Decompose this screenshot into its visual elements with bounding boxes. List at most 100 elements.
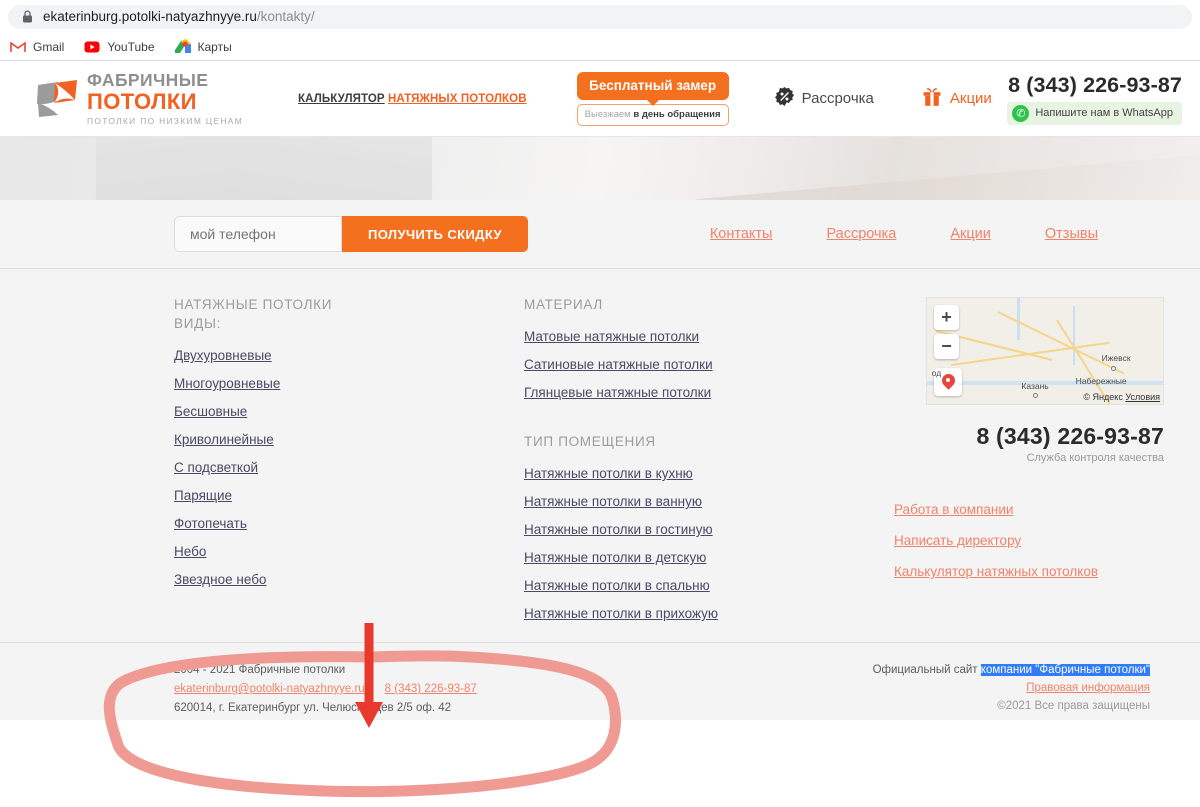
map-city-dot xyxy=(1033,393,1039,399)
column-heading-types: НАТЯЖНЫЕ ПОТОЛКИ ВИДЫ: xyxy=(174,295,524,333)
whatsapp-label: Напишите нам в WhatsApp xyxy=(1035,107,1173,119)
address-bar[interactable]: ekaterinburg.potolki-natyazhnyye.ru/kont… xyxy=(8,4,1192,29)
calculator-link-text: НАТЯЖНЫХ ПОТОЛКОВ xyxy=(387,92,527,105)
promo-link[interactable]: Акции xyxy=(922,87,992,111)
footer-phone[interactable]: 8 (343) 226-93-87 xyxy=(894,423,1164,450)
legal-info-link[interactable]: Правовая информация xyxy=(1026,682,1150,694)
bookmark-gmail[interactable]: Gmail xyxy=(10,39,64,55)
link-mnogourovnevye[interactable]: Многоуровневые xyxy=(174,376,280,391)
logo-line-2: ПОТОЛКИ xyxy=(87,88,197,114)
hero-banner-image xyxy=(0,137,1200,200)
link-spalnya[interactable]: Натяжные потолки в спальню xyxy=(524,578,710,593)
bookmark-label: Карты xyxy=(197,39,232,54)
map-attribution-text: © Яндекс xyxy=(1083,392,1123,402)
google-maps-icon xyxy=(174,39,191,55)
map-label-kazan: Казань xyxy=(1021,380,1049,391)
bookmark-maps[interactable]: Карты xyxy=(174,39,232,55)
free-measure-subtitle: Выезжаем в день обращения xyxy=(576,103,729,126)
bookmarks-bar: Gmail YouTube Карты xyxy=(0,33,1200,61)
free-measure-button[interactable]: Бесплатный замер xyxy=(576,71,729,106)
callout-tail xyxy=(645,98,660,106)
link-gostinaya[interactable]: Натяжные потолки в гостиную xyxy=(524,522,713,537)
whatsapp-badge[interactable]: ✆ Напишите нам в WhatsApp xyxy=(1007,101,1182,125)
link-vannaya[interactable]: Натяжные потолки в ванную xyxy=(524,494,702,509)
official-site-prefix: Официальный сайт xyxy=(872,664,981,676)
bookmark-label: Gmail xyxy=(33,39,65,54)
measure-sub-bold: в день обращения xyxy=(633,108,721,120)
free-measure-block: Бесплатный замер Выезжаем в день обращен… xyxy=(576,71,729,126)
link-kalkulyator[interactable]: Калькулятор натяжных потолков xyxy=(894,564,1098,579)
link-kuhnya[interactable]: Натяжные потолки в кухню xyxy=(524,466,693,481)
bottom-footer-right: Официальный сайт компании "Фабричные пот… xyxy=(873,661,1150,720)
link-besshovnye[interactable]: Бесшовные xyxy=(174,404,247,419)
link-rabota-v-kompanii[interactable]: Работа в компании xyxy=(894,502,1013,517)
percent-badge-icon xyxy=(774,87,794,110)
header-contact: 8 (343) 226-93-87 ✆ Напишите нам в Whats… xyxy=(1007,73,1182,125)
site-logo[interactable]: ФАБРИЧНЫЕ ПОТОЛКИ ПОТОЛКИ ПО НИЗКИМ ЦЕНА… xyxy=(34,72,243,125)
link-fotopechat[interactable]: Фотопечать xyxy=(174,516,247,531)
site-header: ФАБРИЧНЫЕ ПОТОЛКИ ПОТОЛКИ ПО НИЗКИМ ЦЕНА… xyxy=(0,61,1200,137)
heading-line-2: ВИДЫ: xyxy=(174,316,222,331)
link-krivolineynye[interactable]: Криволинейные xyxy=(174,432,274,447)
url-host: ekaterinburg.potolki-natyazhnyye.ru xyxy=(43,9,257,24)
official-site-line: Официальный сайт компании "Фабричные пот… xyxy=(873,661,1150,679)
legal-info-line: Правовая информация xyxy=(873,679,1150,697)
link-s-podsvetkoy[interactable]: С подсветкой xyxy=(174,460,258,475)
nav-item-rassrochka[interactable]: Рассрочка xyxy=(826,226,896,242)
whatsapp-icon: ✆ xyxy=(1012,104,1030,122)
link-prihozhaya[interactable]: Натяжные потолки в прихожую xyxy=(524,606,718,621)
secondary-nav: Контакты Рассрочка Акции Отзывы xyxy=(710,226,1150,242)
selected-text-highlight: компании "Фабричные потолки" xyxy=(980,664,1150,676)
lead-capture-bar: ПОЛУЧИТЬ СКИДКУ Контакты Рассрочка Акции… xyxy=(0,200,1200,269)
column-heading-material: МАТЕРИАЛ xyxy=(524,297,603,312)
bottom-footer: 2004 - 2021 Фабричные потолки ekaterinbu… xyxy=(0,642,1200,720)
copyright-notice: ©2021 Все права защищены xyxy=(997,700,1150,712)
youtube-icon xyxy=(84,39,100,55)
header-phone[interactable]: 8 (343) 226-93-87 xyxy=(1007,73,1182,98)
footer-column-contact: + − Ижевск Казань Набережные од © Яндекс… xyxy=(894,295,1164,642)
phone-input[interactable] xyxy=(174,216,342,252)
map-attribution[interactable]: © Яндекс Условия xyxy=(1083,392,1160,402)
link-matovye[interactable]: Матовые натяжные потолки xyxy=(524,329,699,344)
installment-link[interactable]: Рассрочка xyxy=(774,87,874,110)
map-zoom-in-button[interactable]: + xyxy=(934,305,959,330)
lock-icon xyxy=(22,10,33,23)
gmail-icon xyxy=(10,39,26,55)
footer-extra-links: Работа в компании Написать директору Кал… xyxy=(894,502,1164,579)
promo-label: Акции xyxy=(949,90,992,107)
browser-chrome: ekaterinburg.potolki-natyazhnyye.ru/kont… xyxy=(0,0,1200,61)
free-measure-label: Бесплатный замер xyxy=(589,77,717,93)
nav-item-otzyvy[interactable]: Отзывы xyxy=(1045,226,1098,242)
nav-item-akcii[interactable]: Акции xyxy=(950,226,991,242)
calculator-link[interactable]: КАЛЬКУЛЯТОР НАТЯЖНЫХ ПОТОЛКОВ xyxy=(298,93,527,105)
link-napisat-direktoru[interactable]: Написать директору xyxy=(894,533,1021,548)
calculator-prefix: КАЛЬКУЛЯТОР xyxy=(298,92,385,105)
contact-line: ekaterinburg@potolki-natyazhnyye.ru 8 (34… xyxy=(174,680,477,699)
map-label-od: од xyxy=(931,367,942,378)
map-attribution-link[interactable]: Условия xyxy=(1125,392,1160,402)
link-nebo[interactable]: Небо xyxy=(174,544,206,559)
bookmark-label: YouTube xyxy=(107,39,155,54)
logo-text: ФАБРИЧНЫЕ ПОТОЛКИ ПОТОЛКИ ПО НИЗКИМ ЦЕНА… xyxy=(87,72,243,125)
map-city-dot xyxy=(1111,365,1117,371)
gift-icon xyxy=(922,87,942,111)
map-widget[interactable]: + − Ижевск Казань Набережные од © Яндекс… xyxy=(926,297,1164,405)
link-zvezdnoe-nebo[interactable]: Звездное небо xyxy=(174,572,266,587)
heading-line-1: НАТЯЖНЫЕ ПОТОЛКИ xyxy=(174,297,333,312)
bookmark-youtube[interactable]: YouTube xyxy=(84,39,155,55)
footer-email-link[interactable]: ekaterinburg@potolki-natyazhnyye.ru xyxy=(174,683,365,695)
nav-item-kontakty[interactable]: Контакты xyxy=(710,226,773,242)
get-discount-button[interactable]: ПОЛУЧИТЬ СКИДКУ xyxy=(342,216,528,252)
link-paryashchie[interactable]: Парящие xyxy=(174,488,232,503)
map-zoom-out-button[interactable]: − xyxy=(934,334,959,359)
omnibox-row: ekaterinburg.potolki-natyazhnyye.ru/kont… xyxy=(0,0,1200,33)
logo-tagline: ПОТОЛКИ ПО НИЗКИМ ЦЕНАМ xyxy=(87,115,244,126)
link-glyancevye[interactable]: Глянцевые натяжные потолки xyxy=(524,385,711,400)
footer-phone-link[interactable]: 8 (343) 226-93-87 xyxy=(385,683,477,695)
bottom-footer-left: 2004 - 2021 Фабричные потолки ekaterinbu… xyxy=(174,661,477,720)
map-label-naberezhnye: Набережные xyxy=(1075,376,1127,387)
link-detskaya[interactable]: Натяжные потолки в детскую xyxy=(524,550,706,565)
link-satinovye[interactable]: Сатиновые натяжные потолки xyxy=(524,357,713,372)
link-dvuhurovnevye[interactable]: Двухуровневые xyxy=(174,348,272,363)
map-label-izhevsk: Ижевск xyxy=(1101,353,1131,364)
